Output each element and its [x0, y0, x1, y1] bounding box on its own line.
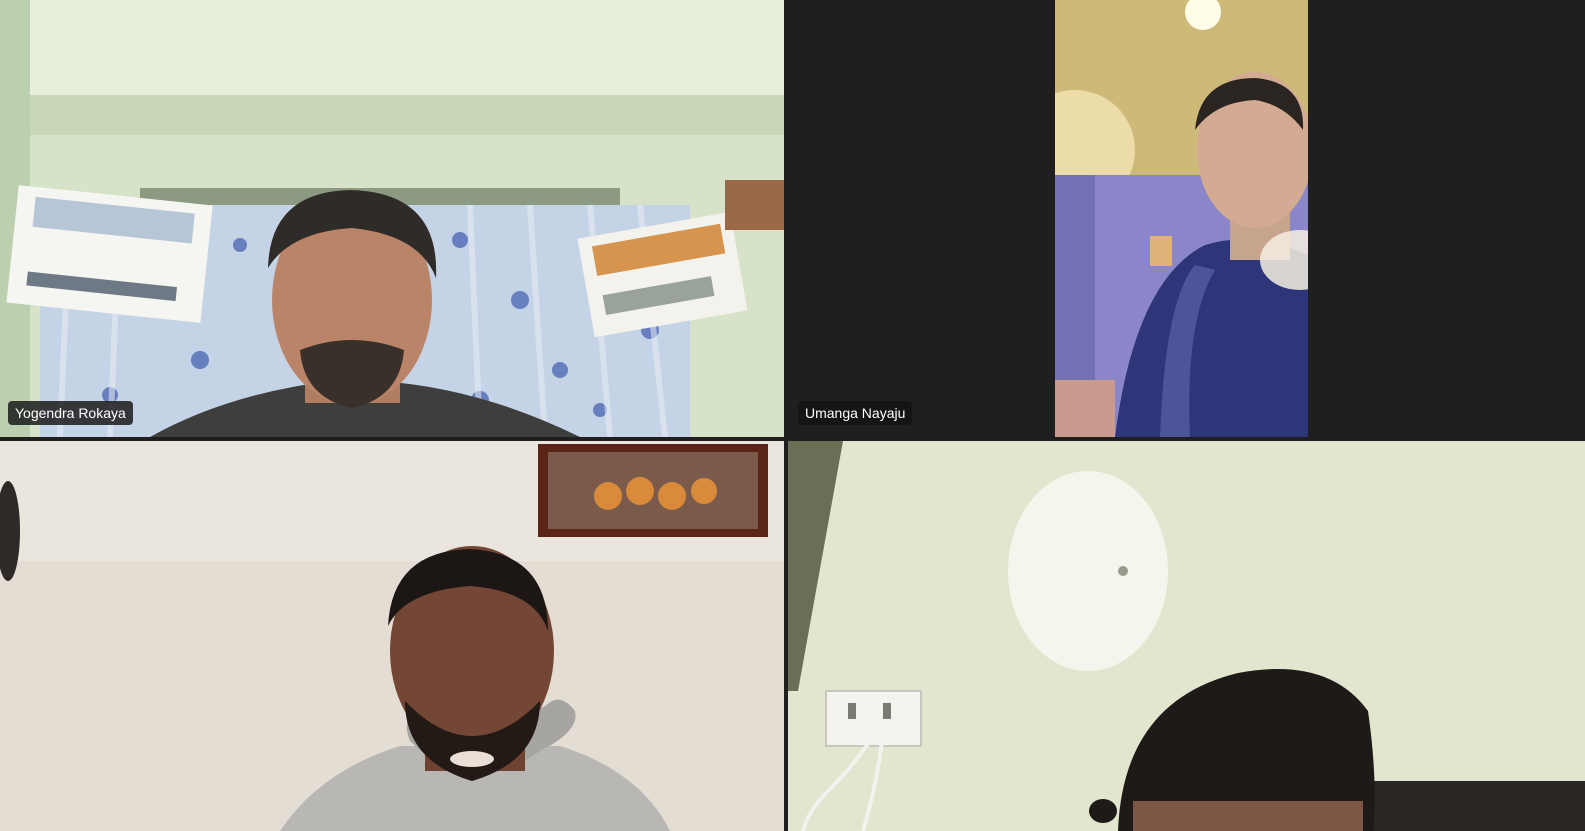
participant-tile[interactable]	[0, 441, 784, 831]
video-grid: Yogendra Rokaya Umanga Nayaju	[0, 0, 1585, 831]
participant-video	[0, 441, 784, 831]
participant-tile[interactable]: Umanga Nayaju	[788, 0, 1585, 437]
participant-video	[788, 441, 1585, 831]
participant-name-tag: Yogendra Rokaya	[8, 401, 133, 425]
participant-video	[1055, 0, 1308, 437]
participant-video	[0, 0, 784, 437]
participant-tile[interactable]: Yogendra Rokaya	[0, 0, 784, 437]
participant-tile[interactable]	[788, 441, 1585, 831]
participant-name-tag: Umanga Nayaju	[798, 401, 913, 425]
